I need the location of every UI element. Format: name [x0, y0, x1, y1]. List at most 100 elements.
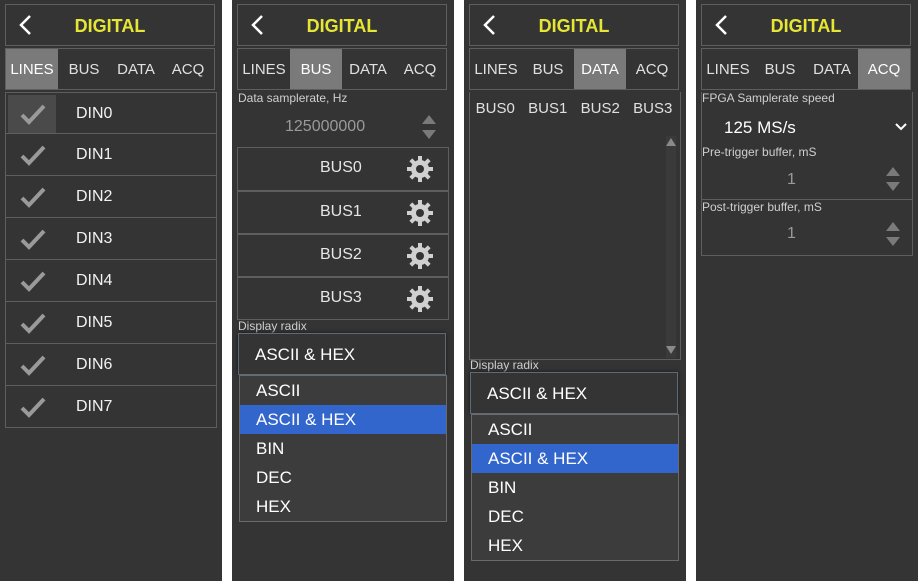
radix-option-ascii-hex[interactable]: ASCII & HEX	[472, 444, 678, 473]
option-label: DEC	[488, 507, 524, 526]
tab-bus[interactable]: BUS	[754, 49, 806, 89]
bus-label: BUS1	[320, 203, 362, 220]
radix-option-hex[interactable]: HEX	[472, 531, 678, 560]
panel-bus: DIGITAL LINES BUS DATA ACQ Data samplera…	[232, 0, 454, 581]
line-enable-checkbox[interactable]	[14, 266, 50, 296]
line-row-din7[interactable]: DIN7	[5, 386, 217, 428]
line-row-din0[interactable]: DIN0	[5, 92, 217, 134]
radix-option-ascii[interactable]: ASCII	[472, 415, 678, 444]
bus-column-header: BUS2	[580, 100, 620, 117]
tab-acq[interactable]: ACQ	[626, 49, 678, 89]
scroll-down-arrow-icon[interactable]	[666, 346, 676, 354]
tab-bus[interactable]: BUS	[290, 49, 342, 89]
line-enable-checkbox[interactable]	[14, 224, 50, 254]
data-view	[469, 92, 681, 360]
line-enable-checkbox[interactable]	[14, 350, 50, 380]
pretrigger-value: 1	[787, 171, 796, 188]
line-row-din5[interactable]: DIN5	[5, 302, 217, 344]
line-row-din2[interactable]: DIN2	[5, 176, 217, 218]
radix-option-ascii-hex[interactable]: ASCII & HEX	[240, 405, 446, 434]
page-title: DIGITAL	[74, 16, 146, 36]
bus-label: BUS3	[320, 289, 362, 306]
line-enable-checkbox[interactable]	[14, 392, 50, 422]
panel-acq: DIGITAL LINES BUS DATA ACQ FPGA Samplera…	[696, 0, 918, 581]
radix-option-hex[interactable]: HEX	[240, 492, 446, 521]
bus-row-bus0: BUS0	[237, 148, 449, 191]
header: DIGITAL	[237, 4, 447, 46]
radix-select[interactable]: ASCII & HEX	[470, 372, 678, 414]
checkmark-icon	[20, 104, 46, 125]
tab-acq[interactable]: ACQ	[162, 49, 214, 89]
bus-row-bus3: BUS3	[237, 277, 449, 320]
tab-lines[interactable]: LINES	[702, 49, 754, 89]
checkmark-icon	[20, 229, 46, 250]
page-title: DIGITAL	[770, 16, 842, 36]
line-label: DIN5	[76, 314, 113, 331]
tab-data[interactable]: DATA	[806, 49, 858, 89]
tab-bus[interactable]: BUS	[58, 49, 110, 89]
tab-data[interactable]: DATA	[574, 49, 626, 89]
samplerate-field[interactable]: 125000000	[237, 104, 449, 148]
tab-acq[interactable]: ACQ	[394, 49, 446, 89]
tab-bus[interactable]: BUS	[522, 49, 574, 89]
line-enable-checkbox[interactable]	[14, 140, 50, 170]
radix-option-dec[interactable]: DEC	[472, 502, 678, 531]
radix-option-ascii[interactable]: ASCII	[240, 376, 446, 405]
line-row-din1[interactable]: DIN1	[5, 134, 217, 176]
posttrigger-value: 1	[787, 225, 796, 242]
pretrigger-label: Pre-trigger buffer, mS	[702, 145, 817, 159]
radix-option-bin[interactable]: BIN	[240, 434, 446, 463]
option-label: ASCII	[256, 381, 301, 400]
line-enable-checkbox[interactable]	[14, 182, 50, 212]
bus-column-headers: BUS0 BUS1 BUS2 BUS3	[469, 100, 679, 117]
bus-row-bus1: BUS1	[237, 191, 449, 234]
line-label: DIN3	[76, 230, 113, 247]
tab-lines[interactable]: LINES	[6, 49, 58, 89]
tab-bar: LINES BUS DATA ACQ	[5, 48, 215, 90]
line-label: DIN7	[76, 398, 113, 415]
line-label: DIN0	[76, 105, 113, 122]
line-row-din3[interactable]: DIN3	[5, 218, 217, 260]
spinner-arrows-icon[interactable]	[421, 114, 437, 140]
gear-icon[interactable]	[406, 242, 434, 270]
tab-data[interactable]: DATA	[342, 49, 394, 89]
gear-icon[interactable]	[406, 155, 434, 183]
pretrigger-field[interactable]: 1	[701, 158, 913, 200]
bus-column-header: BUS1	[528, 100, 568, 117]
gear-icon[interactable]	[406, 199, 434, 227]
spinner-arrows-icon[interactable]	[885, 221, 901, 247]
scroll-up-arrow-icon[interactable]	[666, 138, 676, 146]
page-title: DIGITAL	[538, 16, 610, 36]
tab-acq[interactable]: ACQ	[858, 49, 910, 89]
fpga-samplerate-value: 125 MS/s	[724, 118, 796, 137]
tab-lines[interactable]: LINES	[238, 49, 290, 89]
option-label: HEX	[488, 536, 523, 555]
radix-select[interactable]: ASCII & HEX	[238, 333, 446, 375]
line-label: DIN2	[76, 188, 113, 205]
radix-option-bin[interactable]: BIN	[472, 473, 678, 502]
line-enable-checkbox[interactable]	[8, 95, 56, 133]
lines-list: DIN0 DIN1 DIN2 DIN3 DIN4 DIN5 DIN6 DIN7	[5, 92, 217, 428]
tab-data[interactable]: DATA	[110, 49, 162, 89]
header: DIGITAL	[701, 4, 911, 46]
checkmark-icon	[20, 397, 46, 418]
posttrigger-field[interactable]: 1	[701, 213, 913, 255]
option-label: HEX	[256, 497, 291, 516]
bus-row-bus2: BUS2	[237, 234, 449, 277]
tab-bar: LINES BUS DATA ACQ	[237, 48, 447, 90]
spinner-arrows-icon[interactable]	[885, 166, 901, 192]
fpga-samplerate-select[interactable]: 125 MS/s	[701, 104, 913, 144]
gear-icon[interactable]	[406, 285, 434, 313]
line-enable-checkbox[interactable]	[14, 308, 50, 338]
tab-lines[interactable]: LINES	[470, 49, 522, 89]
line-row-din6[interactable]: DIN6	[5, 344, 217, 386]
header: DIGITAL	[469, 4, 679, 46]
chevron-down-icon	[895, 123, 907, 131]
scrollbar[interactable]	[666, 136, 676, 358]
radix-option-dec[interactable]: DEC	[240, 463, 446, 492]
bus-label: BUS2	[320, 246, 362, 263]
option-label: BIN	[488, 478, 517, 497]
tab-bar: LINES BUS DATA ACQ	[701, 48, 911, 90]
radix-selected-value: ASCII & HEX	[255, 345, 356, 364]
line-row-din4[interactable]: DIN4	[5, 260, 217, 302]
